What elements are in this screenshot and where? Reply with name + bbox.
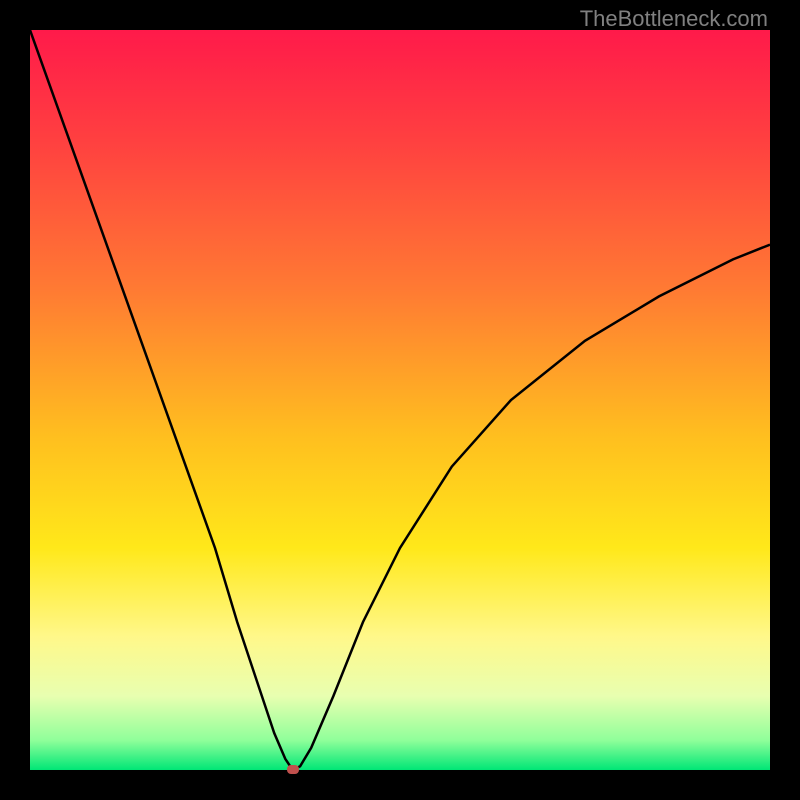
optimal-marker [287,765,299,774]
chart-container: TheBottleneck.com [0,0,800,800]
chart-area [30,30,770,770]
curve-layer [30,30,770,770]
bottleneck-curve [30,30,770,770]
watermark-text: TheBottleneck.com [580,6,768,32]
